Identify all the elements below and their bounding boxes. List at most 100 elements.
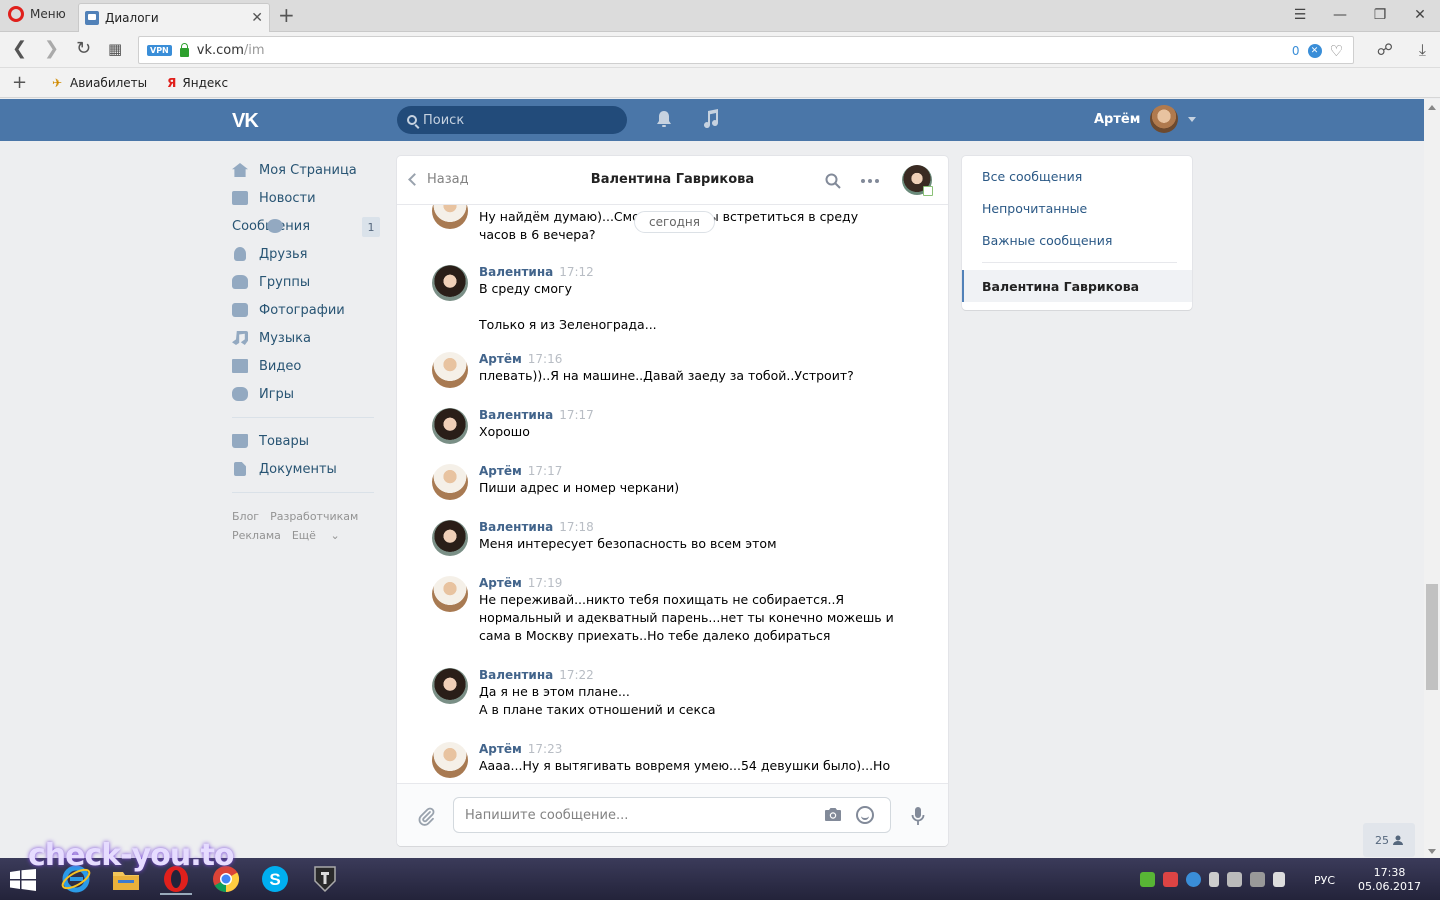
message-item[interactable]: Валентина 17:12 В среду смогу Только я из… <box>432 265 912 334</box>
message-item[interactable]: Валентина 17:18 Меня интересует безопасно… <box>432 520 912 556</box>
footer-link-blog[interactable]: Блог <box>232 510 259 523</box>
message-avatar[interactable] <box>432 520 468 556</box>
vpn-badge[interactable]: VPN <box>147 44 172 56</box>
message-author[interactable]: Артём <box>479 352 522 366</box>
filter-all-messages[interactable]: Все сообщения <box>962 156 1192 188</box>
footer-link-more[interactable]: Ещё ⌄ <box>292 529 340 542</box>
url-text[interactable]: vk.com/im <box>197 43 265 58</box>
vk-logo[interactable]: VK <box>232 110 259 133</box>
nav-item-messages[interactable]: Сообщения1 <box>232 212 382 240</box>
filter-important[interactable]: Важные сообщения <box>962 220 1192 252</box>
reload-icon[interactable]: ↻ <box>76 40 91 58</box>
scroll-down-arrow-icon[interactable] <box>1428 849 1436 854</box>
message-avatar[interactable] <box>432 576 468 612</box>
message-author[interactable]: Валентина <box>479 408 553 422</box>
bookmark-yandex[interactable]: Я Яндекс <box>167 76 228 90</box>
restore-icon[interactable]: ❐ <box>1360 0 1400 30</box>
tray-network-icon[interactable] <box>1250 872 1265 887</box>
message-avatar[interactable] <box>432 408 468 444</box>
forward-arrow-icon[interactable]: ❯ <box>44 40 59 58</box>
message-item[interactable]: Валентина 17:17 Хорошо <box>432 408 912 444</box>
nav-item-photos[interactable]: Фотографии <box>232 296 382 324</box>
page-scrollbar[interactable] <box>1424 99 1440 858</box>
search-input[interactable]: Поиск <box>397 106 627 134</box>
adblock-count: 0 <box>1291 44 1300 58</box>
message-avatar[interactable] <box>432 668 468 704</box>
speed-dial-icon[interactable]: ▦ <box>108 40 122 58</box>
music-player-icon[interactable] <box>702 109 720 129</box>
minimize-icon[interactable]: — <box>1320 0 1360 30</box>
tray-flag-icon[interactable] <box>1209 872 1219 887</box>
interlocutor-avatar[interactable] <box>902 165 933 196</box>
nav-item-groups[interactable]: Группы <box>232 268 382 296</box>
tray-volume-icon[interactable] <box>1273 872 1285 887</box>
url-field[interactable]: VPN vk.com/im 0 ✕ ♡ <box>138 36 1354 64</box>
more-options-icon[interactable] <box>861 179 879 183</box>
message-item[interactable]: Валентина 17:22 Да я не в этом плане... А… <box>432 668 912 719</box>
tray-antivirus-icon[interactable] <box>1163 872 1178 887</box>
opera-menu-button[interactable]: Меню <box>8 6 66 22</box>
adblock-icon[interactable]: ✕ <box>1307 44 1322 58</box>
footer-link-developers[interactable]: Разработчикам <box>270 510 358 523</box>
emoji-icon[interactable] <box>856 806 874 824</box>
vpn-toolbar-icon[interactable]: ☍ <box>1377 40 1393 60</box>
message-item[interactable]: Артём 17:23 Аааа...Ну я вытягивать воврем… <box>432 742 912 778</box>
dialog-header: Назад Валентина Гаврикова <box>397 156 948 205</box>
filter-unread[interactable]: Непрочитанные <box>962 188 1192 220</box>
message-author[interactable]: Валентина <box>479 520 553 534</box>
download-icon[interactable]: ⤓ <box>1419 40 1426 60</box>
add-bookmark-icon[interactable]: + <box>12 72 52 93</box>
message-item[interactable]: Артём 17:19 Не переживай...никто тебя пох… <box>432 576 912 645</box>
dialog-search-icon[interactable] <box>825 173 841 189</box>
online-friends-button[interactable]: 25 <box>1363 823 1415 857</box>
message-history[interactable]: сегодня Ну найдём думаю)...Сможешь ли ты… <box>397 205 948 783</box>
skype-icon[interactable]: S <box>259 863 291 895</box>
message-author[interactable]: Валентина <box>479 668 553 682</box>
message-avatar[interactable] <box>432 742 468 778</box>
nav-item-games[interactable]: Игры <box>232 380 382 408</box>
attach-paperclip-icon[interactable] <box>417 806 435 826</box>
nav-item-music[interactable]: Музыка <box>232 324 382 352</box>
message-avatar[interactable] <box>432 352 468 388</box>
filter-divider <box>982 262 1177 263</box>
lock-icon[interactable] <box>179 42 189 57</box>
message-item[interactable]: Артём 17:16 плевать))..Я на машине..Давай… <box>432 352 912 388</box>
back-arrow-icon[interactable]: ❮ <box>12 40 27 58</box>
tab-close-icon[interactable]: ✕ <box>251 10 263 26</box>
nav-item-goods[interactable]: Товары <box>232 427 382 455</box>
heart-bookmark-icon[interactable]: ♡ <box>1330 42 1343 60</box>
message-avatar[interactable] <box>432 464 468 500</box>
microphone-icon[interactable] <box>911 806 925 826</box>
taskbar-clock[interactable]: 17:38 05.06.2017 <box>1358 866 1421 894</box>
browser-tab[interactable]: Диалоги ✕ <box>78 3 270 32</box>
footer-link-ads[interactable]: Реклама <box>232 529 281 542</box>
scrollbar-thumb[interactable] <box>1426 584 1438 690</box>
tray-tools-icon[interactable] <box>1227 872 1242 887</box>
nav-item-my-page[interactable]: Моя Страница <box>232 156 382 184</box>
tab-menu-icon[interactable]: ☰ <box>1280 0 1320 30</box>
camera-icon[interactable] <box>824 807 842 822</box>
tray-e-icon[interactable] <box>1186 872 1201 887</box>
message-avatar[interactable] <box>432 205 468 229</box>
world-of-tanks-icon[interactable] <box>309 863 341 895</box>
bookmark-aviabilety[interactable]: ✈ Авиабилеты <box>52 76 147 90</box>
input-language[interactable]: РУС <box>1314 874 1335 887</box>
message-author[interactable]: Артём <box>479 576 522 590</box>
nav-item-news[interactable]: Новости <box>232 184 382 212</box>
message-input[interactable]: Напишите сообщение... <box>453 797 891 833</box>
tray-app-icon[interactable] <box>1140 872 1155 887</box>
nav-item-documents[interactable]: Документы <box>232 455 382 483</box>
scroll-up-arrow-icon[interactable] <box>1428 105 1436 110</box>
filter-active-dialog[interactable]: Валентина Гаврикова <box>962 270 1192 302</box>
nav-item-video[interactable]: Видео <box>232 352 382 380</box>
message-author[interactable]: Артём <box>479 742 522 756</box>
message-author[interactable]: Валентина <box>479 265 553 279</box>
message-author[interactable]: Артём <box>479 464 522 478</box>
message-item[interactable]: Артём 17:17 Пиши адрес и номер черкани) <box>432 464 912 500</box>
close-window-icon[interactable]: ✕ <box>1400 0 1440 30</box>
message-avatar[interactable] <box>432 265 468 301</box>
nav-item-friends[interactable]: Друзья <box>232 240 382 268</box>
user-menu[interactable]: Артём <box>1094 105 1197 133</box>
new-tab-button[interactable]: + <box>278 5 295 25</box>
notifications-bell-icon[interactable] <box>656 110 672 128</box>
